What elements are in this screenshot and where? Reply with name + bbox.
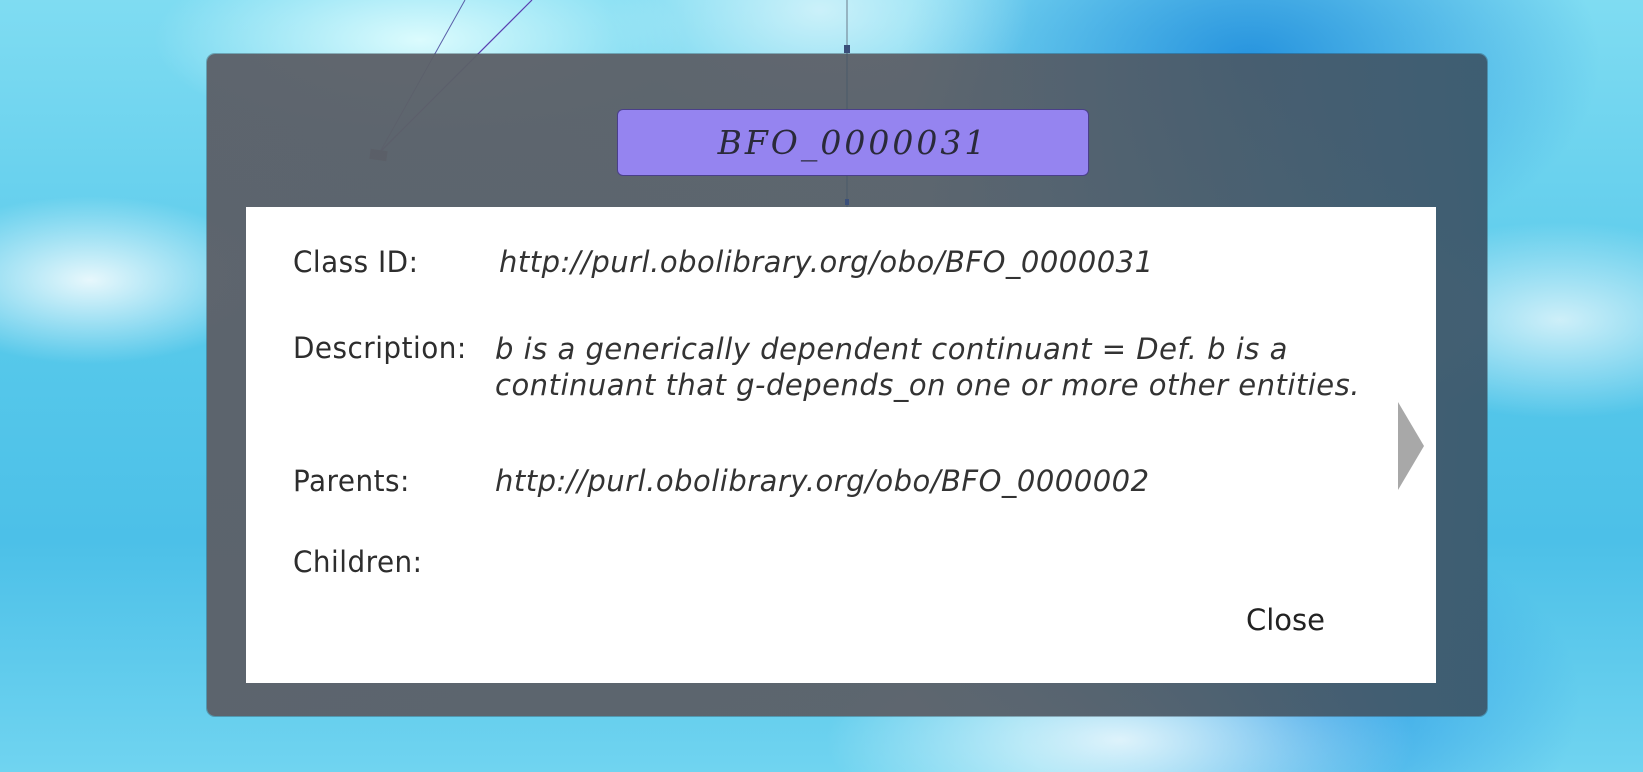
- close-button[interactable]: Close: [1246, 603, 1325, 637]
- parents-label: Parents:: [293, 464, 410, 498]
- class-title: BFO_0000031: [717, 123, 989, 162]
- description-line-2: continuant that g-depends_on one or more…: [495, 368, 1360, 402]
- description-value: b is a generically dependent continuant …: [495, 331, 1395, 403]
- class-title-badge: BFO_0000031: [617, 109, 1089, 176]
- class-id-label: Class ID:: [293, 245, 419, 279]
- class-id-value: http://purl.obolibrary.org/obo/BFO_00000…: [499, 245, 1154, 279]
- chevron-right-icon[interactable]: [1398, 402, 1424, 490]
- description-line-1: b is a generically dependent continuant …: [495, 332, 1288, 366]
- class-details-panel: Class ID: http://purl.obolibrary.org/obo…: [246, 207, 1436, 683]
- parents-value[interactable]: http://purl.obolibrary.org/obo/BFO_00000…: [495, 463, 1150, 499]
- children-label: Children:: [293, 545, 423, 579]
- description-label: Description:: [293, 331, 467, 365]
